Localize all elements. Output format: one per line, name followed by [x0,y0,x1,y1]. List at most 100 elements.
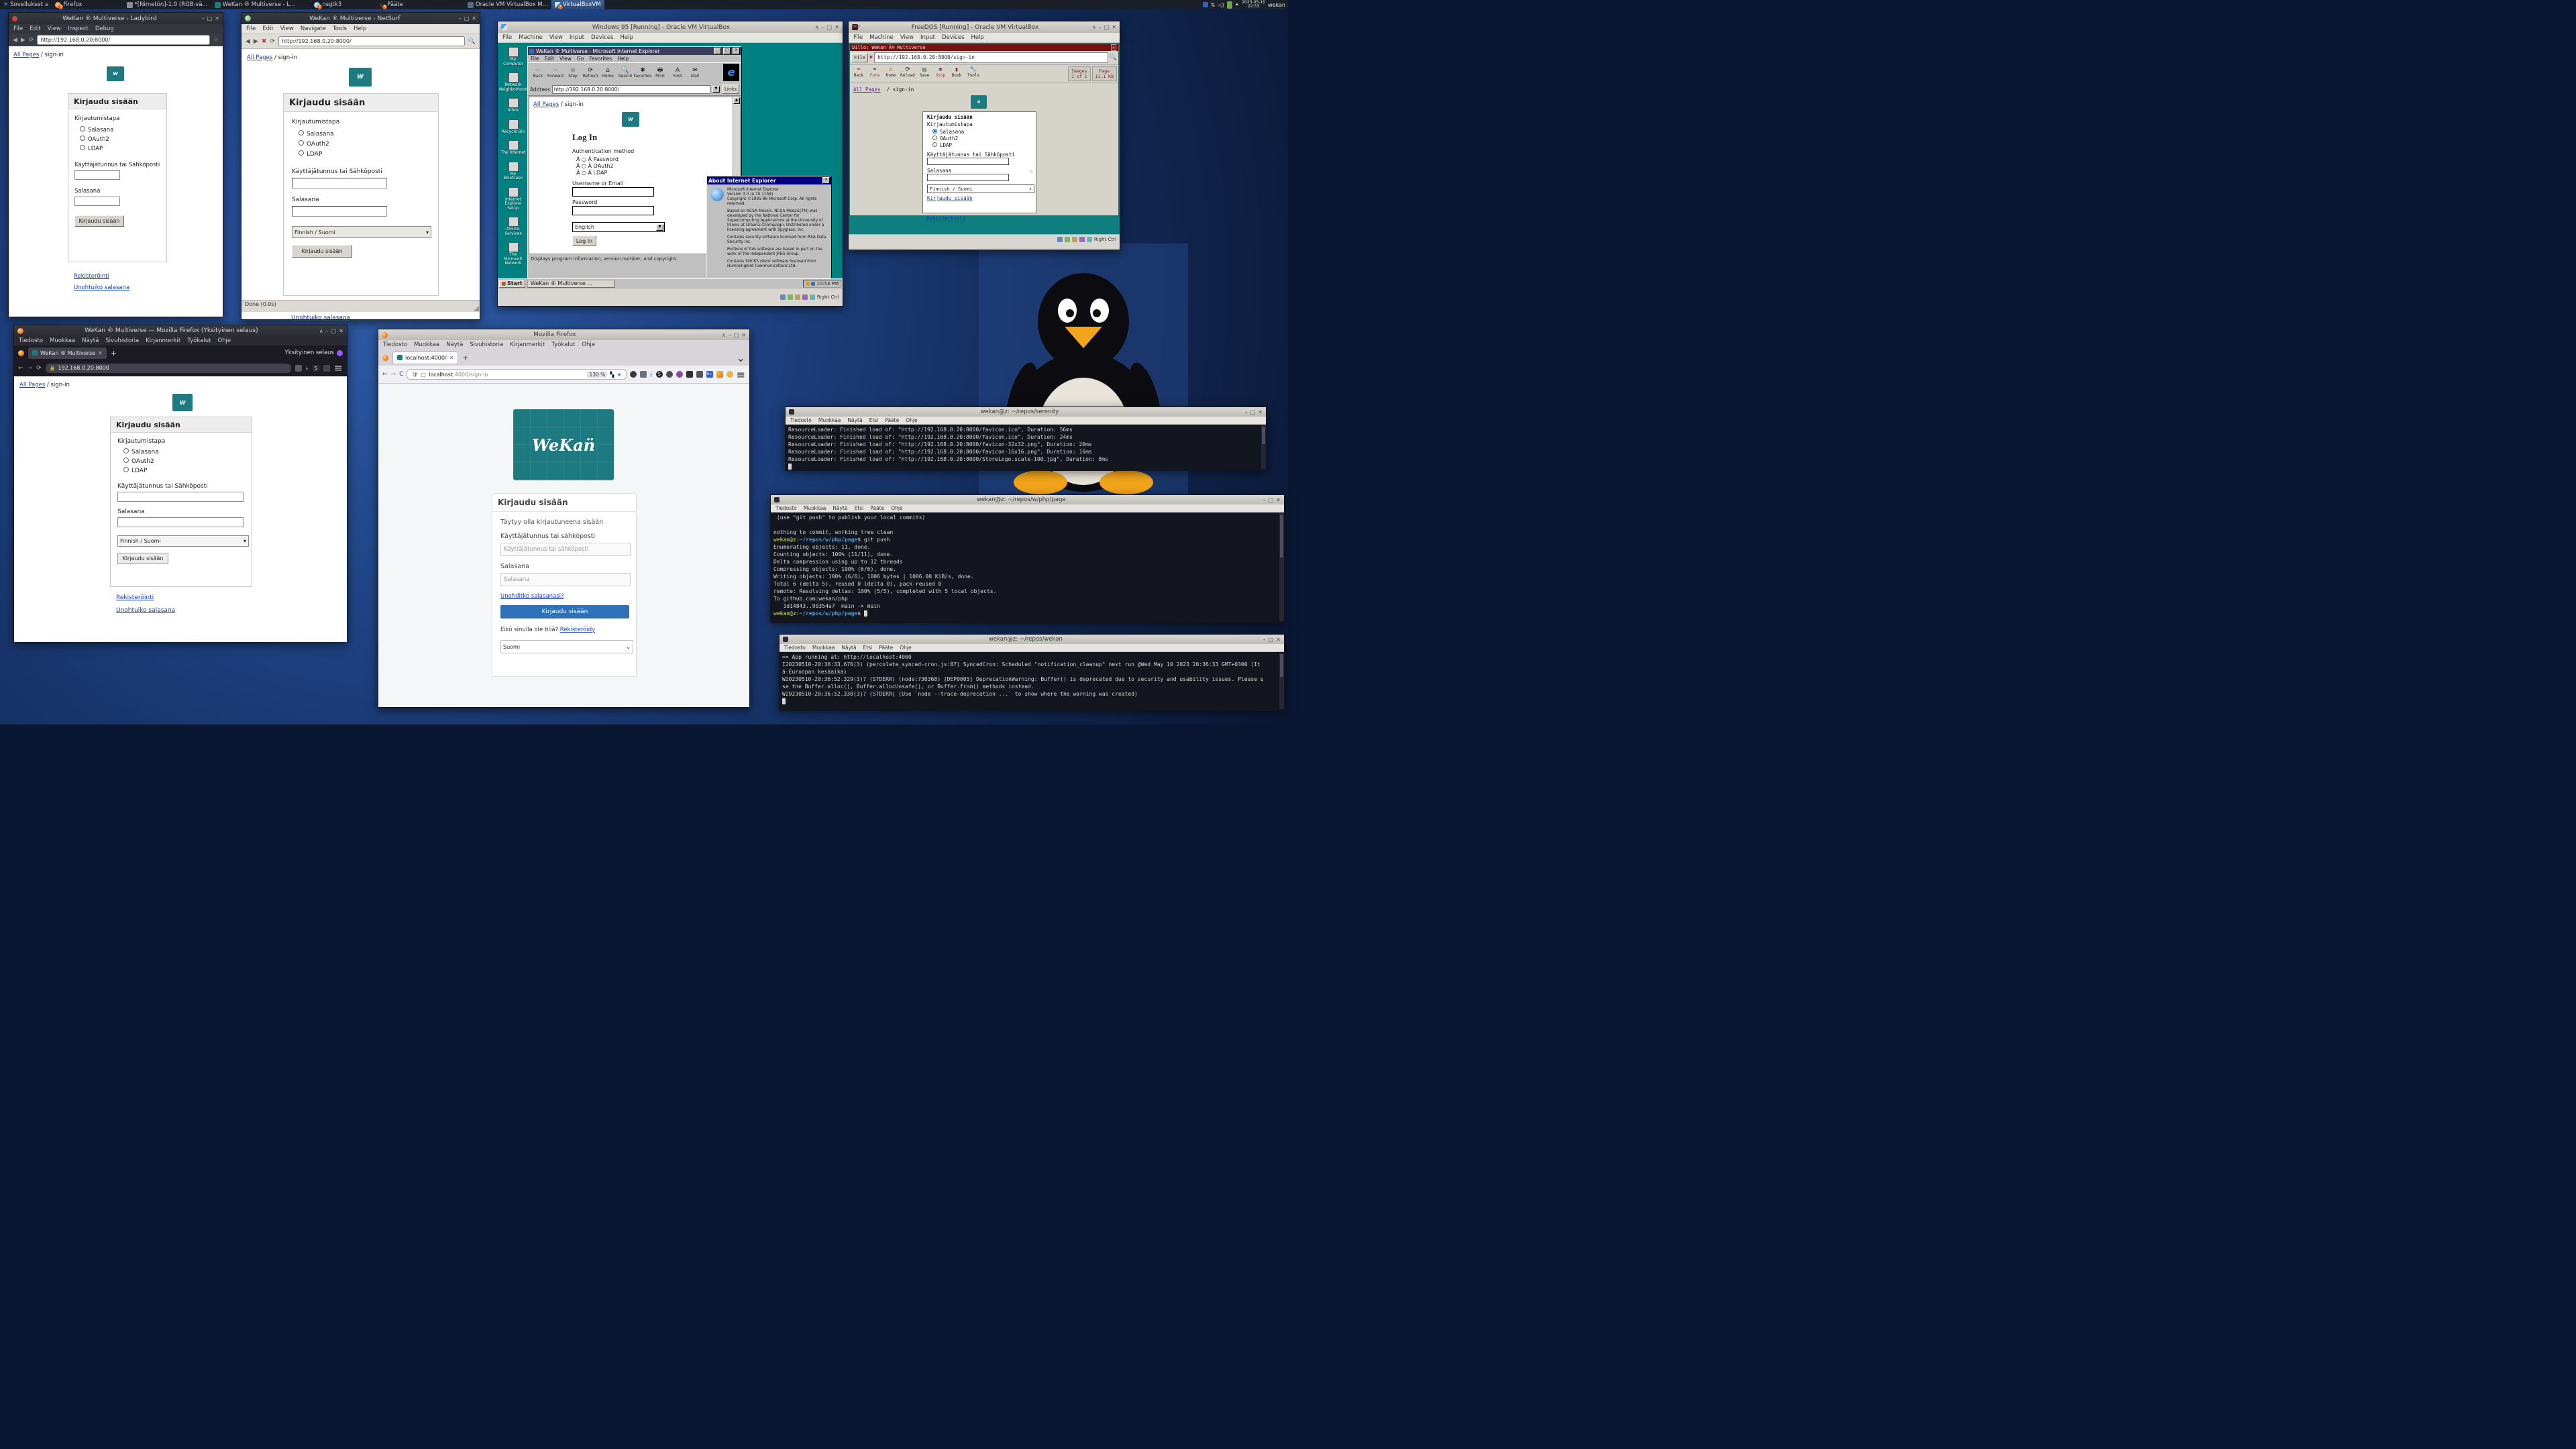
menu-etsi[interactable]: Etsi [869,417,879,423]
register-link[interactable]: Rekisteröinti [74,273,109,280]
win95-desktop-icon[interactable]: My Computer [500,47,526,66]
links-button[interactable]: Links [722,85,739,94]
terminal-output[interactable]: (use "git push" to publish your local co… [771,513,1284,623]
shade-icon[interactable]: ∧ [1092,24,1096,30]
minimize-icon[interactable]: – [1099,24,1102,30]
menu-tyokalut[interactable]: Työkalut [551,341,575,348]
menu-edit[interactable]: Edit [262,25,273,32]
menu-tyokalut[interactable]: Työkalut [187,337,211,344]
firefox-private-titlebar[interactable]: WeKan ® Multiverse — Mozilla Firefox (Yk… [14,325,347,336]
reload-button[interactable]: ⟳Reload [900,66,916,78]
start-button[interactable]: Start [499,280,525,288]
close-icon[interactable]: ✕ [1276,637,1281,643]
reload-icon[interactable]: ⟳ [270,38,275,45]
radio-password[interactable]: Â ○ Â Password [576,156,619,162]
menu-kirjanmerkit[interactable]: Kirjanmerkit [510,341,545,348]
menu-ohje[interactable]: Ohje [217,337,231,344]
menu-paate[interactable]: Pääte [870,505,884,511]
ie-url-input[interactable]: http://192.168.0.20:8000/ [552,85,710,94]
menu-tiedosto[interactable]: Tiedosto [19,337,43,344]
signin-button[interactable]: Kirjaudu sisään [292,245,352,258]
password-input[interactable] [117,517,244,527]
password-input[interactable] [572,206,654,215]
radio-oauth2[interactable]: OAuth2 [123,458,245,465]
menu-file[interactable]: File [502,34,512,41]
print-button[interactable]: 🖶Print [652,67,668,78]
menu-devices[interactable]: Devices [591,34,614,41]
extension-checkbox-icon[interactable] [640,371,647,378]
taskbar-item-firefox[interactable]: 3 Firefox [52,0,85,9]
all-pages-link[interactable]: All Pages [19,382,45,388]
tab-list-dropdown-icon[interactable]: ⌄ [737,352,745,364]
password-input[interactable] [74,197,120,206]
signin-button[interactable]: Kirjaudu sisään [74,215,124,227]
radio-oauth2[interactable]: OAuth2 [932,136,1032,142]
all-pages-link[interactable]: All Pages [533,101,559,108]
close-icon[interactable]: ✕ [835,24,839,30]
extension-ublock-origin-icon[interactable] [676,371,683,378]
forgot-password-link[interactable]: Unohtuiko salasana [291,315,350,321]
minimize-icon[interactable]: – [729,332,731,338]
ladybird-titlebar[interactable]: WeKan ® Multiverse - Ladybird –□✕ [9,13,223,24]
maximize-icon[interactable]: □ [331,328,337,334]
stop-x-icon[interactable]: ✖ [869,54,873,61]
all-pages-link[interactable]: All Pages [13,52,39,58]
panel-user-label[interactable]: wekan [1268,2,1285,8]
back-icon[interactable]: ← [382,371,388,378]
register-link[interactable]: Rekisteröinti [926,215,966,221]
shade-icon[interactable]: ∧ [722,332,726,338]
signin-button[interactable]: Kirjaudu sisään [500,605,629,619]
terminal-output[interactable]: ResourceLoader: Finished load of: "http:… [786,425,1266,471]
forward-button[interactable]: ⇨Forward [547,67,564,78]
minimize-icon[interactable]: – [1263,637,1266,643]
extension-grid-icon[interactable] [323,365,330,372]
maximize-icon[interactable]: □ [1269,637,1274,643]
address-dropdown-icon[interactable]: ▼ [712,86,720,93]
close-icon[interactable]: ✕ [822,177,830,184]
menu-view[interactable]: View [549,34,563,41]
menu-view[interactable]: View [559,56,572,62]
menu-ohje[interactable]: Ohje [891,505,902,511]
reader-mode-icon[interactable]: ▚ [610,372,614,378]
radio-oauth2[interactable]: OAuth2 [80,136,160,143]
forgot-password-link[interactable]: Unohditko salasanasi? [500,593,564,600]
extension-thumb-icon[interactable] [727,371,733,378]
menu-tools[interactable]: Tools [333,25,347,32]
reload-icon[interactable]: C [399,371,403,378]
download-icon[interactable]: ⤓ [650,371,653,378]
menu-edit[interactable]: Edit [30,25,40,32]
menu-kirjanmerkit[interactable]: Kirjanmerkit [146,337,180,344]
extension-grid-icon[interactable] [686,371,693,378]
network-icon[interactable]: ⇅ [1211,2,1216,8]
shade-icon[interactable]: ∧ [319,328,323,334]
forward-icon[interactable]: → [391,371,396,378]
locale-select[interactable]: Suomi⌄ [500,640,633,653]
menu-nayta[interactable]: Näytä [841,645,856,651]
save-button[interactable]: ▤Save [917,66,932,78]
maximize-icon[interactable]: □ [723,48,731,54]
menu-nayta[interactable]: Näytä [82,337,99,344]
download-icon[interactable]: ⤓ [306,365,309,372]
search-icon[interactable]: 🔍 [1110,54,1117,61]
terminal-titlebar[interactable]: wekan@z: ~/repos/serenity –□✕ [786,407,1266,417]
menu-help[interactable]: Help [971,34,984,41]
dillo-url-input[interactable]: http://192.168.0.20:8000/sign-in [874,52,1108,63]
dillo-titlebar[interactable]: Dillo: WeKan Â® Multiverse ✕ [850,44,1118,51]
back-icon[interactable]: ← [18,365,23,372]
menu-file[interactable]: File [531,56,539,62]
hamburger-menu-icon[interactable]: ≡ [334,362,343,374]
back-button[interactable]: ⇦Back [530,67,546,78]
extension-s-icon[interactable]: S [313,365,319,372]
win95-desktop-icon[interactable]: Internet Explorer Setup [500,187,526,211]
vbox-titlebar[interactable]: Windows 95 [Running] - Oracle VM Virtual… [498,21,843,33]
close-icon[interactable]: ✕ [215,15,219,21]
extension-fox-icon[interactable] [716,371,723,378]
url-bar[interactable]: 🔒 192.168.0.20:8000 [46,364,291,373]
close-icon[interactable]: ✕ [1112,24,1116,30]
radio-salasana[interactable]: Salasana [932,129,1032,135]
username-input[interactable]: Käyttäjätunnus tai sähköposti [500,543,631,556]
bookmark-star-icon[interactable]: ★ [616,372,621,378]
menu-muokkaa[interactable]: Muokkaa [818,417,841,423]
search-button[interactable]: 🔍Search [617,67,633,78]
menu-help[interactable]: Help [621,34,633,41]
